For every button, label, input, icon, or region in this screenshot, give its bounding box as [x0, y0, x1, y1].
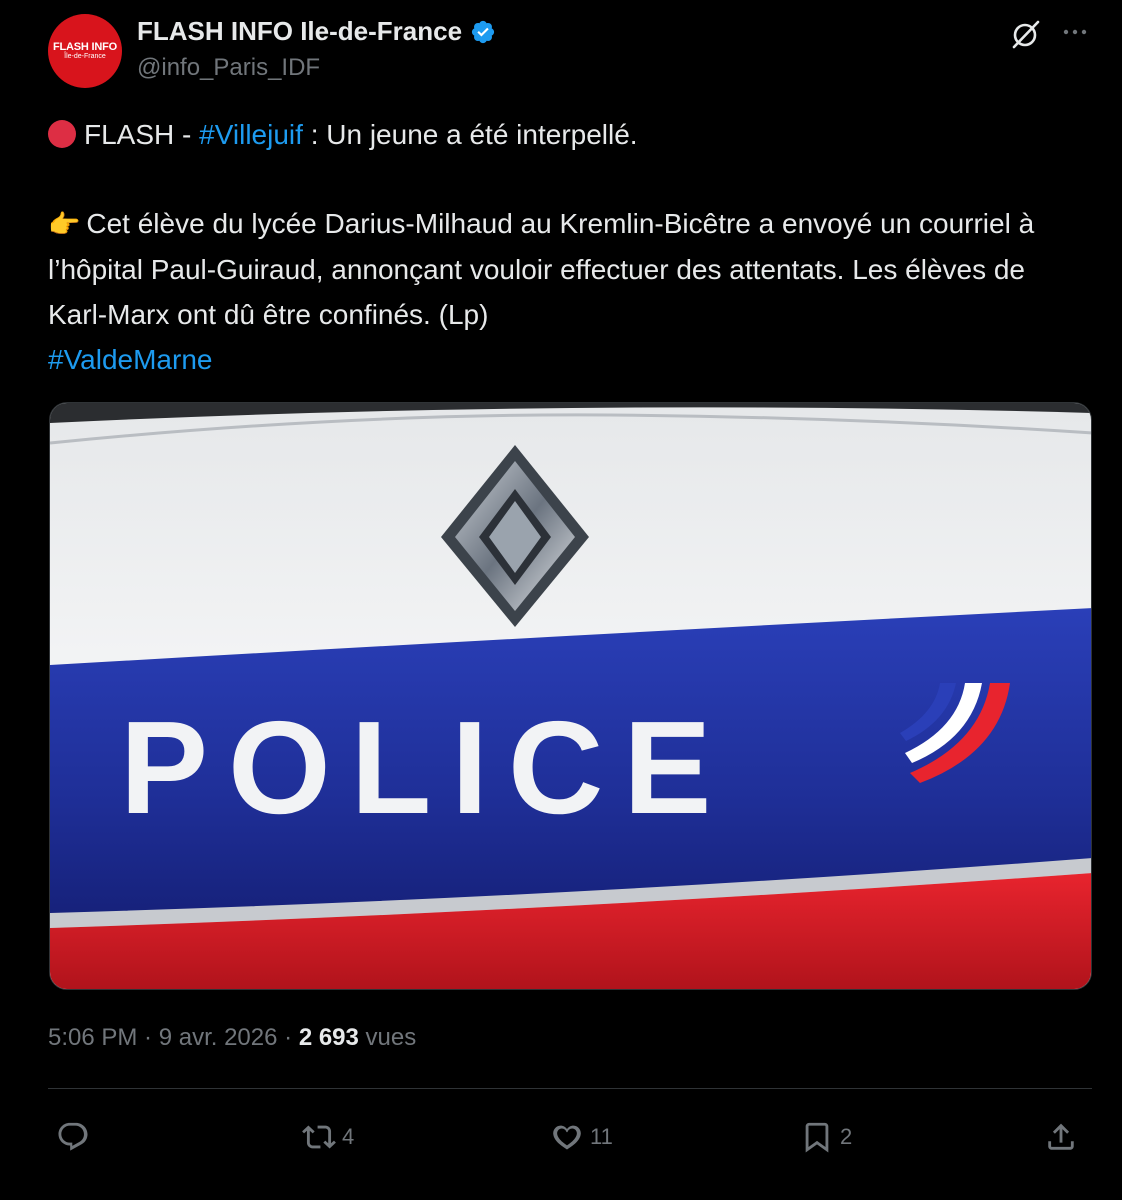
- name-row: FLASH INFO Ile-de-France: [137, 16, 496, 47]
- post-text: FLASH - #Villejuif : Un jeune a été inte…: [48, 112, 1088, 382]
- reply-button[interactable]: [56, 1112, 96, 1162]
- post-meta: 5:06 PM · 9 avr. 2026 · 2 693 vues: [48, 1024, 416, 1052]
- share-icon: [1048, 1123, 1074, 1150]
- like-count: 11: [590, 1124, 613, 1149]
- red-circle-icon: [48, 120, 76, 148]
- display-name[interactable]: FLASH INFO Ile-de-France: [137, 16, 462, 47]
- repost-button[interactable]: 4: [302, 1112, 354, 1162]
- post-line-1-suffix: : Un jeune a été interpellé.: [302, 119, 638, 150]
- divider: [48, 1088, 1092, 1089]
- repost-count: 4: [342, 1124, 355, 1149]
- post-line-1-prefix: FLASH -: [84, 119, 200, 150]
- post-time[interactable]: 5:06 PM: [48, 1024, 137, 1051]
- bookmark-icon: [805, 1122, 829, 1153]
- bookmark-count: 2: [840, 1124, 853, 1149]
- avatar-label-top: FLASH INFO: [53, 41, 117, 53]
- meta-separator: ·: [277, 1024, 299, 1051]
- hashtag-villejuif[interactable]: #Villejuif: [199, 119, 303, 150]
- pointing-hand-icon: 👉: [48, 209, 81, 239]
- share-button[interactable]: [1044, 1112, 1078, 1162]
- post-line-hashtag: #ValdeMarne: [48, 337, 1088, 382]
- bookmark-button[interactable]: 2: [800, 1112, 852, 1162]
- avatar[interactable]: FLASH INFO Île-de-France: [48, 14, 122, 88]
- meta-separator: ·: [137, 1024, 159, 1051]
- image-police-text: POLICE: [120, 694, 731, 841]
- more-options-icon[interactable]: [1058, 16, 1094, 52]
- avatar-label-bottom: Île-de-France: [64, 53, 106, 60]
- hashtag-valdemarne[interactable]: #ValdeMarne: [48, 344, 212, 375]
- post-paragraph-2-text: Cet élève du lycée Darius-Milhaud au Kre…: [48, 208, 1035, 330]
- tweet: FLASH INFO Île-de-France FLASH INFO Ile-…: [0, 0, 1122, 1200]
- repost-icon: [302, 1125, 336, 1149]
- handle[interactable]: @info_Paris_IDF: [137, 54, 320, 82]
- verified-badge-icon[interactable]: [470, 19, 496, 45]
- reply-icon: [58, 1122, 88, 1151]
- grok-icon[interactable]: [1008, 16, 1044, 52]
- like-button[interactable]: 11: [550, 1112, 613, 1162]
- post-date[interactable]: 9 avr. 2026: [159, 1024, 278, 1051]
- post-paragraph-2: 👉 Cet élève du lycée Darius-Milhaud au Kr…: [48, 201, 1088, 337]
- post-line-1: FLASH - #Villejuif : Un jeune a été inte…: [48, 112, 1088, 157]
- views-label: vues: [358, 1024, 417, 1051]
- post-image[interactable]: POLICE: [49, 402, 1092, 990]
- heart-icon: [553, 1125, 581, 1150]
- action-bar: 4 11 2: [48, 1112, 1092, 1162]
- views-count: 2 693: [298, 1024, 359, 1051]
